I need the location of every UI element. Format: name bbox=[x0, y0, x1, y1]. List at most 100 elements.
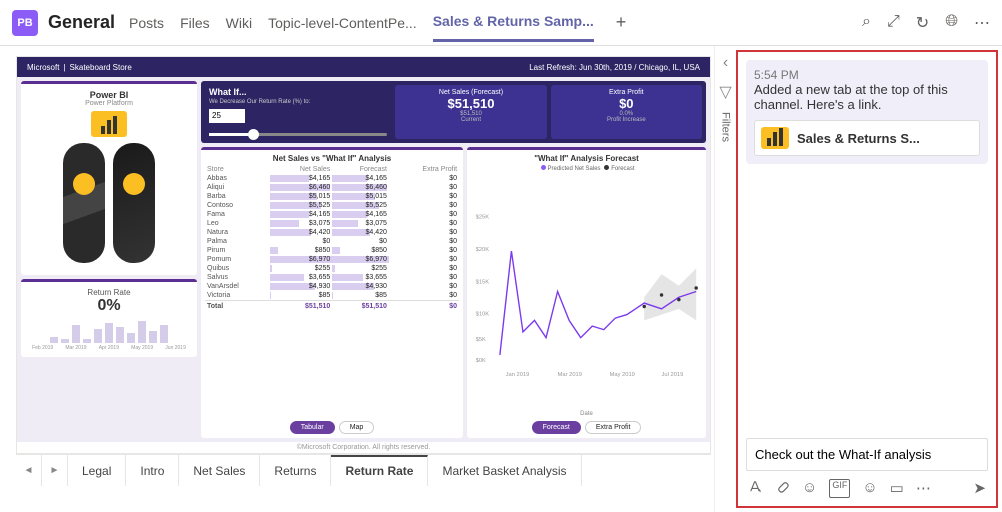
table-row[interactable]: Contoso$5,525$5,525$0 bbox=[205, 201, 459, 210]
chart-legend: Predicted Net Sales Forecast bbox=[471, 165, 702, 172]
return-rate-value: 0% bbox=[27, 297, 191, 315]
channel-name[interactable]: General bbox=[48, 12, 115, 33]
product-title: Power BI bbox=[27, 90, 191, 100]
format-icon[interactable] bbox=[748, 479, 763, 498]
svg-text:$25K: $25K bbox=[476, 215, 490, 221]
table-row[interactable]: VanArsdel$4,930$4,930$0 bbox=[205, 282, 459, 291]
breadcrumb-right: Skateboard Store bbox=[70, 63, 132, 72]
svg-text:$0K: $0K bbox=[476, 358, 486, 364]
svg-text:$20K: $20K bbox=[476, 247, 490, 253]
report-page-tabs: ◄ ► Legal Intro Net Sales Returns Return… bbox=[16, 454, 711, 486]
more-compose-icon[interactable]: ⋯ bbox=[916, 479, 931, 498]
tab-files[interactable]: Files bbox=[180, 5, 210, 41]
tab-posts[interactable]: Posts bbox=[129, 5, 164, 41]
report-footer: ©Microsoft Corporation. All rights reser… bbox=[17, 442, 710, 453]
svg-text:$5K: $5K bbox=[476, 337, 486, 343]
chat-message[interactable]: 5:54 PM Added a new tab at the top of th… bbox=[746, 60, 988, 164]
emoji-icon[interactable]: ☺ bbox=[802, 479, 817, 498]
kpi-extra-profit[interactable]: Extra Profit $0 0.0% Profit Increase bbox=[551, 85, 702, 139]
svg-text:Mar 2019: Mar 2019 bbox=[558, 372, 582, 378]
analysis-table: StoreNet SalesForecastExtra Profit Abbas… bbox=[205, 165, 459, 311]
kpi-net-sales[interactable]: Net Sales (Forecast) $51,510 $51,510 Cur… bbox=[395, 85, 546, 139]
page-tab-legal[interactable]: Legal bbox=[68, 455, 126, 486]
extra-profit-button[interactable]: Extra Profit bbox=[585, 421, 642, 434]
skateboard-images bbox=[27, 143, 191, 263]
forecast-button[interactable]: Forecast bbox=[532, 421, 581, 434]
analysis-table-card[interactable]: Net Sales vs "What If" Analysis StoreNet… bbox=[201, 147, 463, 438]
report-header: Microsoft | Skateboard Store Last Refres… bbox=[17, 57, 710, 77]
whatif-slider[interactable] bbox=[209, 133, 387, 136]
message-text: Added a new tab at the top of this chann… bbox=[754, 82, 980, 112]
chart-view-toggle: Forecast Extra Profit bbox=[471, 417, 702, 434]
refresh-icon[interactable]: ↻ bbox=[916, 13, 929, 33]
tab-sales-returns[interactable]: Sales & Returns Samp... bbox=[433, 3, 594, 42]
whatif-input[interactable] bbox=[209, 109, 245, 123]
table-row[interactable]: Victoria$85$85$0 bbox=[205, 291, 459, 301]
page-tab-return-rate[interactable]: Return Rate bbox=[331, 455, 428, 486]
skateboard-2 bbox=[113, 143, 155, 263]
main-area: Microsoft | Skateboard Store Last Refres… bbox=[0, 46, 1002, 512]
chart-title: "What If" Analysis Forecast bbox=[471, 154, 702, 163]
product-subtitle: Power Platform bbox=[27, 100, 191, 107]
attach-icon[interactable] bbox=[775, 479, 790, 498]
page-tab-intro[interactable]: Intro bbox=[126, 455, 179, 486]
compose-toolbar: ☺ GIF ☺ ▭ ⋯ ➤ bbox=[746, 471, 988, 498]
table-row[interactable]: Pomum$6,970$6,970$0 bbox=[205, 255, 459, 264]
compose-area: ☺ GIF ☺ ▭ ⋯ ➤ bbox=[746, 438, 988, 498]
last-refresh: Last Refresh: Jun 30th, 2019 / Chicago, … bbox=[529, 63, 700, 72]
sticker-icon[interactable]: ☺ bbox=[862, 479, 877, 498]
send-icon[interactable]: ➤ bbox=[973, 479, 986, 498]
product-card[interactable]: Power BI Power Platform bbox=[21, 81, 197, 275]
table-row[interactable]: Aliqui$6,460$6,460$0 bbox=[205, 183, 459, 192]
table-view-toggle: Tabular Map bbox=[205, 417, 459, 434]
compose-input[interactable] bbox=[746, 438, 988, 471]
page-tab-market-basket[interactable]: Market Basket Analysis bbox=[428, 455, 581, 486]
message-tab-link[interactable]: Sales & Returns S... bbox=[754, 120, 980, 156]
table-row[interactable]: Barba$5,015$5,015$0 bbox=[205, 192, 459, 201]
conversation-panel: 5:54 PM Added a new tab at the top of th… bbox=[736, 50, 998, 508]
table-row[interactable]: Abbas$4,165$4,165$0 bbox=[205, 174, 459, 183]
table-row[interactable]: Leo$3,075$3,075$0 bbox=[205, 219, 459, 228]
table-row[interactable]: Palma$0$0$0 bbox=[205, 237, 459, 246]
svg-text:$10K: $10K bbox=[476, 312, 490, 318]
svg-text:$15K: $15K bbox=[476, 279, 490, 285]
more-icon[interactable]: ⋯ bbox=[974, 13, 990, 33]
svg-text:Jul 2019: Jul 2019 bbox=[662, 372, 684, 378]
whatif-sublabel: We Decrease Our Return Rate (%) to: bbox=[205, 99, 391, 105]
table-row[interactable]: Natura$4,420$4,420$0 bbox=[205, 228, 459, 237]
filter-icon[interactable]: ▽ bbox=[719, 82, 731, 102]
topbar-actions: ⌕ ⤢ ↻ 🌐︎ ⋯ bbox=[862, 13, 990, 33]
globe-icon[interactable]: 🌐︎ bbox=[945, 13, 958, 33]
page-next-button[interactable]: ► bbox=[42, 455, 68, 486]
reply-icon[interactable]: ⌕ bbox=[862, 13, 871, 33]
filters-rail[interactable]: ‹ ▽ Filters bbox=[714, 46, 736, 512]
page-tab-net-sales[interactable]: Net Sales bbox=[179, 455, 260, 486]
forecast-chart-card[interactable]: "What If" Analysis Forecast Predicted Ne… bbox=[467, 147, 706, 438]
return-rate-card[interactable]: Return Rate 0% Feb 2019Mar 2019Apr 2019M… bbox=[21, 279, 197, 357]
tab-topic-content[interactable]: Topic-level-ContentPe... bbox=[268, 5, 417, 41]
svg-text:May 2019: May 2019 bbox=[610, 372, 635, 378]
table-row[interactable]: Quibus$255$255$0 bbox=[205, 264, 459, 273]
page-prev-button[interactable]: ◄ bbox=[16, 455, 42, 486]
table-row[interactable]: Pirum$850$850$0 bbox=[205, 246, 459, 255]
powerbi-icon bbox=[761, 127, 789, 149]
page-tab-returns[interactable]: Returns bbox=[260, 455, 331, 486]
report-area: Microsoft | Skateboard Store Last Refres… bbox=[0, 46, 714, 512]
gif-icon[interactable]: GIF bbox=[829, 479, 850, 498]
tab-wiki[interactable]: Wiki bbox=[226, 5, 252, 41]
powerbi-report: Microsoft | Skateboard Store Last Refres… bbox=[16, 56, 711, 454]
top-bar: PB General Posts Files Wiki Topic-level-… bbox=[0, 0, 1002, 46]
map-button[interactable]: Map bbox=[339, 421, 375, 434]
add-tab-button[interactable]: + bbox=[616, 12, 627, 33]
table-row[interactable]: Salvus$3,655$3,655$0 bbox=[205, 273, 459, 282]
table-title: Net Sales vs "What If" Analysis bbox=[205, 154, 459, 163]
whatif-slider-card[interactable]: What If... We Decrease Our Return Rate (… bbox=[205, 85, 391, 139]
skateboard-1 bbox=[63, 143, 105, 263]
table-row[interactable]: Fama$4,165$4,165$0 bbox=[205, 210, 459, 219]
whatif-label: What If... bbox=[205, 85, 391, 99]
expand-icon[interactable]: ⤢ bbox=[887, 13, 900, 33]
filters-label: Filters bbox=[720, 112, 732, 142]
meet-icon[interactable]: ▭ bbox=[890, 479, 904, 498]
tabular-button[interactable]: Tabular bbox=[290, 421, 335, 434]
chevron-left-icon[interactable]: ‹ bbox=[723, 54, 728, 72]
